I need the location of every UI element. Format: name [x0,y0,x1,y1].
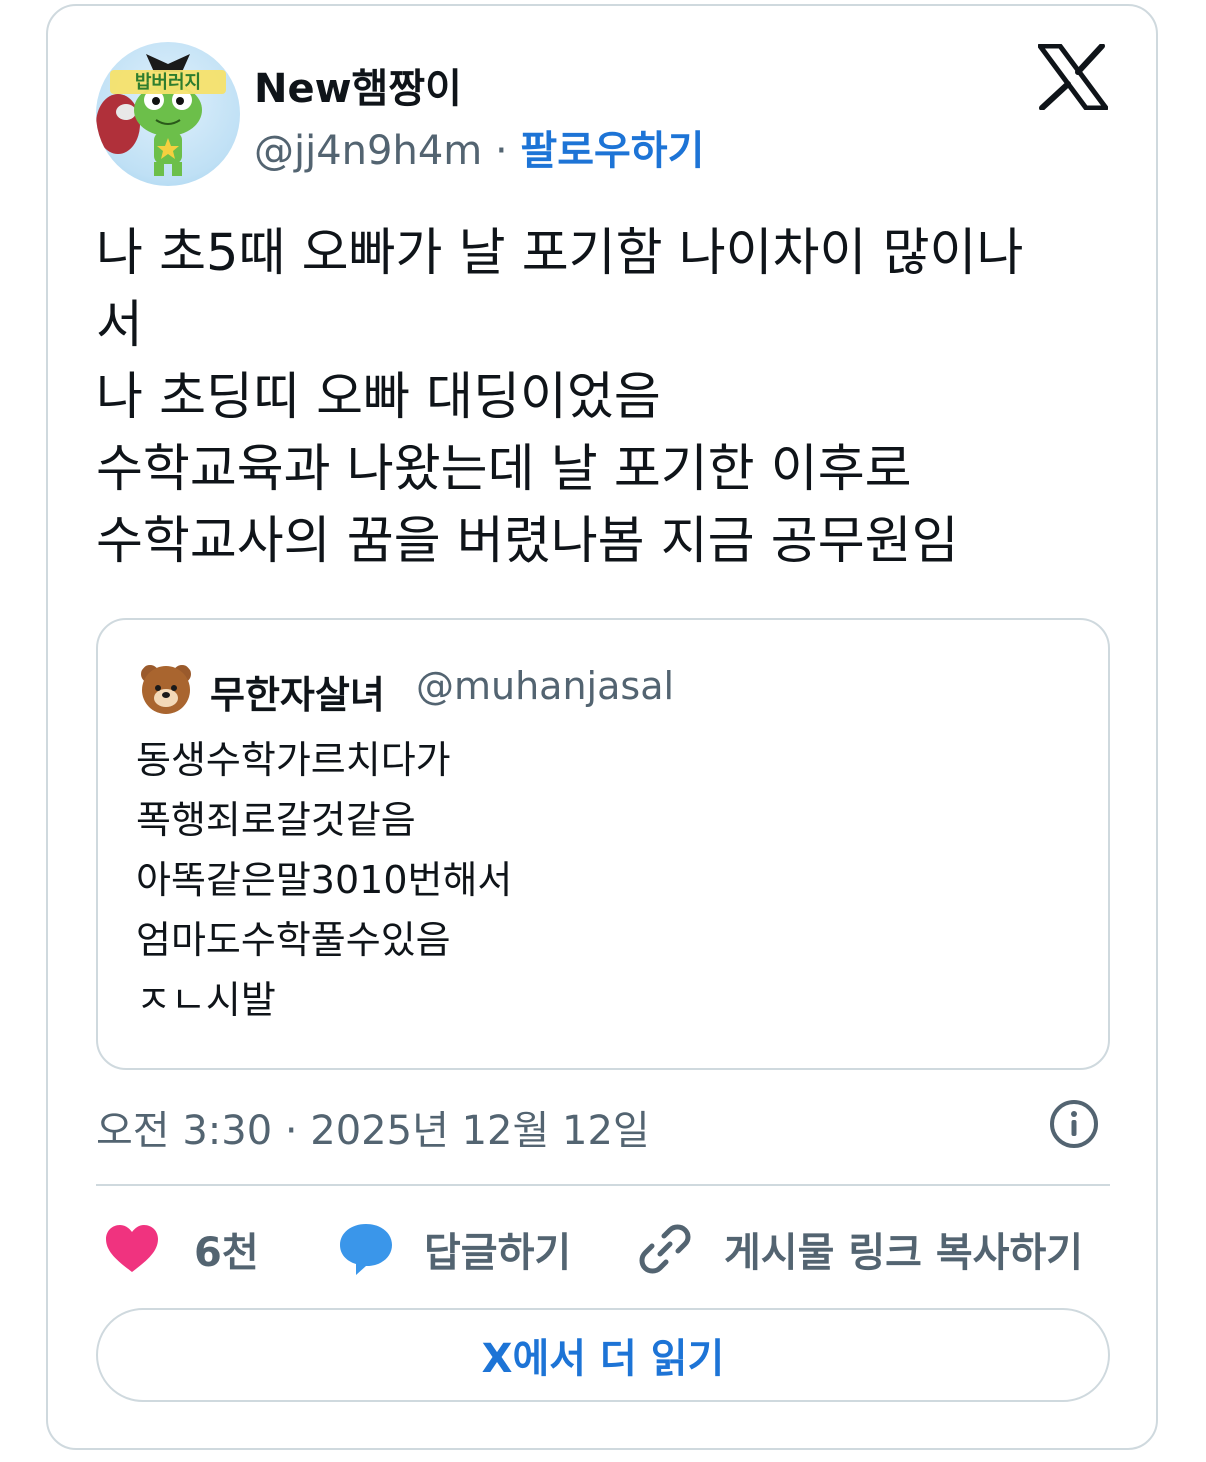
like-button[interactable]: 6천 [104,1214,259,1284]
quoted-author-handle[interactable]: @muhanjasal [416,664,674,708]
quoted-line: 동생수학가르치다가 [136,738,451,782]
copy-link-button[interactable]: 게시물 링크 복사하기 [638,1214,1083,1284]
action-bar: 6천 답글하기 게시물 링크 복사하기 [96,1214,1110,1284]
handle-separator: · [494,128,508,174]
author-handle-row: @jj4n9h4m · 팔로우하기 [254,118,704,176]
tweet-line: 나 초딩띠 오빠 대딩이었음 [96,368,661,427]
tweet-line: 수학교육과 나왔는데 날 포기한 이후로 [96,440,912,499]
reply-label: 답글하기 [424,1230,572,1276]
author-handle[interactable]: @jj4n9h4m [254,128,482,174]
tweet-text: 나 초5때 오빠가 날 포기함 나이차이 많이나 서 나 초딩띠 오빠 대딩이었… [96,218,1116,578]
follow-button[interactable]: 팔로우하기 [520,128,704,174]
quoted-tweet[interactable]: 무한자살녀 @muhanjasal 동생수학가르치다가 폭행죄로갈것같음 아똑같… [96,618,1110,1070]
divider [96,1184,1110,1186]
quoted-line: ㅈㄴ시발 [136,978,276,1022]
like-count: 6천 [194,1230,259,1276]
quoted-author-name[interactable]: 무한자살녀 [210,664,385,719]
author-avatar[interactable]: 밥버러지 [96,42,240,186]
x-logo-icon[interactable] [1038,44,1108,110]
quoted-line: 폭행죄로갈것같음 [136,798,416,842]
read-more-label: X에서 더 읽기 [481,1336,725,1382]
tweet-line: 수학교사의 꿈을 버렸나봄 지금 공무원임 [96,512,959,571]
speech-bubble-icon [340,1224,392,1275]
tweet-timestamp[interactable]: 오전 3:30 · 2025년 12월 12일 [96,1098,650,1156]
quoted-line: 아똑같은말3010번해서 [136,858,513,902]
quoted-line: 엄마도수학풀수있음 [136,918,451,962]
author-display-name[interactable]: New햄짱이 [254,56,462,114]
read-more-on-x-button[interactable]: X에서 더 읽기 [96,1308,1110,1402]
info-icon[interactable] [1048,1098,1100,1150]
quoted-tweet-text: 동생수학가르치다가 폭행죄로갈것같음 아똑같은말3010번해서 엄마도수학풀수있… [136,730,512,1030]
avatar-caption: 밥버러지 [135,72,201,93]
link-icon [639,1224,691,1274]
tweet-line: 서 [96,296,143,355]
tweet-line: 나 초5때 오빠가 날 포기함 나이차이 많이나 [96,224,1024,283]
copy-link-label: 게시물 링크 복사하기 [724,1230,1084,1276]
quoted-author-avatar[interactable] [136,658,196,718]
heart-icon [106,1225,158,1272]
reply-button[interactable]: 답글하기 [338,1214,571,1284]
